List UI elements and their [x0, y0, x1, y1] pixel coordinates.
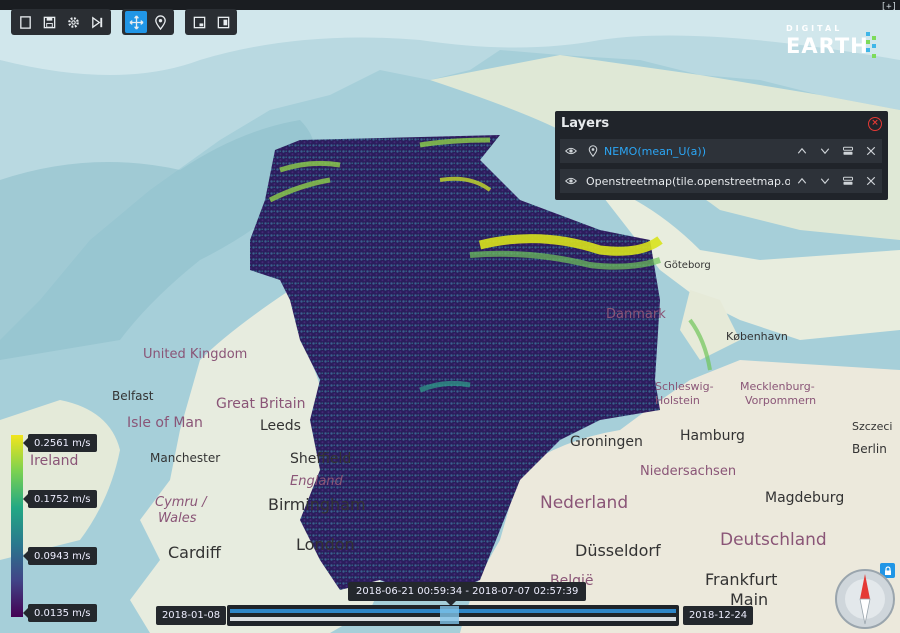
- legend-label-max: 0.2561 m/s: [23, 434, 97, 452]
- label-kobenhavn: København: [726, 330, 788, 343]
- label-mecklenburg: Mecklenburg-: [740, 380, 815, 393]
- layer-row[interactable]: Openstreetmap(tile.openstreetmap.or: [560, 169, 882, 193]
- new-file-icon: [19, 15, 31, 29]
- layer-name[interactable]: Openstreetmap(tile.openstreetmap.or: [586, 175, 790, 188]
- remove-layer-icon[interactable]: [859, 169, 882, 193]
- layer-settings-icon[interactable]: [836, 139, 859, 163]
- legend-label-lower: 0.0943 m/s: [23, 547, 97, 565]
- label-frankfurt: Frankfurt: [705, 570, 777, 589]
- fullscreen-toggle[interactable]: [+]: [881, 2, 897, 12]
- layers-title: Layers: [561, 116, 610, 131]
- save-button[interactable]: [38, 11, 60, 33]
- label-ireland: Ireland: [30, 453, 78, 469]
- location-pin-icon[interactable]: [582, 139, 604, 163]
- pan-icon: [129, 15, 143, 29]
- timeline-start-date: 2018-01-08: [156, 606, 226, 625]
- label-deutschland: Deutschland: [720, 530, 827, 550]
- window-expand-icon: [217, 16, 229, 28]
- label-cymru: Cymru /: [155, 495, 208, 510]
- layer-row[interactable]: NEMO(mean_U(a)): [560, 139, 882, 163]
- chevron-up-icon[interactable]: [790, 169, 813, 193]
- globe-map-view[interactable]: United Kingdom Great Britain Isle of Man…: [0, 0, 900, 633]
- legend-label-min: 0.0135 m/s: [23, 604, 97, 622]
- label-dusseldorf: Düsseldorf: [575, 541, 661, 560]
- label-birmingham: Birmingham: [268, 495, 366, 514]
- label-great-britain: Great Britain: [216, 396, 306, 412]
- brand-top-text: DIGITAL: [786, 24, 843, 33]
- remove-layer-icon[interactable]: [859, 139, 882, 163]
- window-button[interactable]: [188, 11, 210, 33]
- label-magdeburg: Magdeburg: [765, 490, 844, 506]
- timeline-end-date: 2018-12-24: [683, 606, 753, 625]
- label-leeds: Leeds: [260, 418, 301, 434]
- label-united-kingdom: United Kingdom: [143, 347, 247, 362]
- toolbar-file-group: [11, 9, 111, 35]
- layer-settings-icon[interactable]: [836, 169, 859, 193]
- color-scale-bar: [11, 435, 23, 617]
- label-niedersachsen: Niedersachsen: [640, 464, 736, 479]
- timeline-slider[interactable]: [227, 605, 679, 626]
- play-step-button[interactable]: [86, 11, 108, 33]
- window-icon: [193, 16, 205, 28]
- save-icon: [43, 16, 55, 28]
- location-pin-button[interactable]: [149, 11, 171, 33]
- label-danmark: Danmark: [606, 307, 666, 322]
- label-manchester: Manchester: [150, 451, 220, 465]
- label-schleswig: Schleswig-: [655, 380, 714, 393]
- label-berlin: Berlin: [852, 442, 887, 456]
- location-pin-icon: [154, 14, 166, 30]
- play-step-icon: [91, 16, 102, 28]
- chevron-down-icon[interactable]: [813, 169, 836, 193]
- new-file-button[interactable]: [14, 11, 36, 33]
- chevron-up-icon[interactable]: [790, 139, 813, 163]
- settings-icon: [67, 16, 79, 28]
- brand-pixel-icon: [866, 32, 876, 58]
- chevron-down-icon[interactable]: [813, 139, 836, 163]
- label-cardiff: Cardiff: [168, 543, 222, 562]
- label-isle-of-man: Isle of Man: [127, 415, 203, 431]
- window-expand-button[interactable]: [212, 11, 234, 33]
- compass-icon[interactable]: [834, 568, 896, 630]
- label-hamburg: Hamburg: [680, 428, 745, 444]
- toolbar-window-group: [185, 9, 237, 35]
- label-goteborg: Göteborg: [664, 260, 711, 271]
- label-szczecin: Szczeci: [852, 420, 892, 433]
- timeline-window-handle[interactable]: [440, 606, 459, 624]
- layer-name[interactable]: NEMO(mean_U(a)): [604, 145, 790, 158]
- label-holstein: Holstein: [655, 394, 700, 407]
- close-icon[interactable]: ×: [868, 116, 882, 131]
- label-sheffield: Sheffield: [290, 451, 351, 467]
- label-england: England: [290, 474, 344, 489]
- label-london: London: [296, 535, 355, 554]
- digital-earth-logo: DIGITAL EARTH: [786, 24, 880, 64]
- label-belfast: Belfast: [112, 389, 154, 403]
- brand-main-text: EARTH: [786, 34, 869, 58]
- toolbar-navigation-group: [122, 9, 174, 35]
- layers-panel: Layers × NEMO(mean_U(a)) Openstreetmap(t…: [555, 111, 888, 200]
- pan-button[interactable]: [125, 11, 147, 33]
- time-range-label: 2018-06-21 00:59:34 - 2018-07-07 02:57:3…: [348, 582, 587, 606]
- settings-button[interactable]: [62, 11, 84, 33]
- label-nederland: Nederland: [540, 493, 628, 513]
- eye-icon[interactable]: [560, 169, 582, 193]
- eye-icon[interactable]: [560, 139, 582, 163]
- label-vorpommern: Vorpommern: [745, 394, 816, 407]
- legend-label-upper: 0.1752 m/s: [23, 490, 97, 508]
- label-wales: Wales: [158, 511, 197, 526]
- label-groningen: Groningen: [570, 434, 643, 450]
